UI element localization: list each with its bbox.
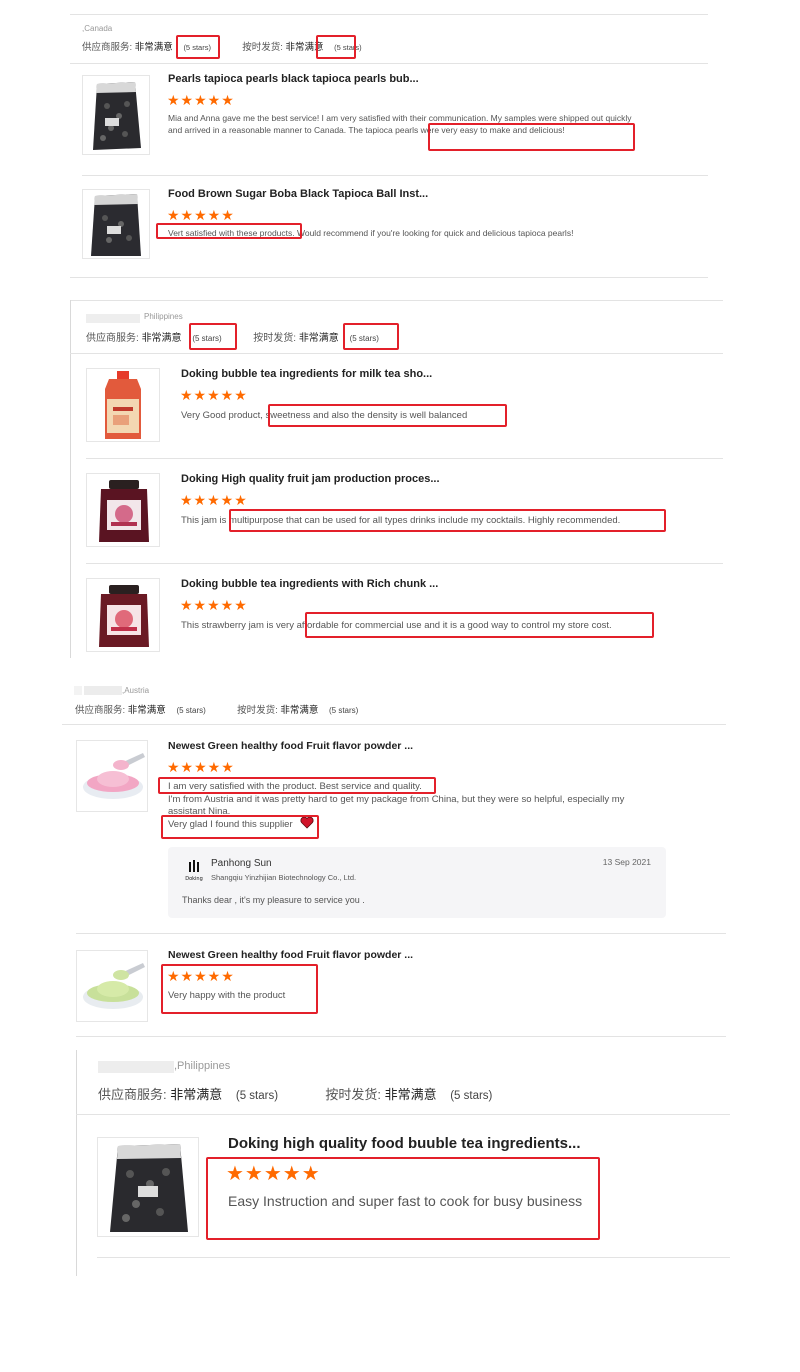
- star-rating: ★★★★★: [180, 387, 248, 403]
- jam-jar-image: [99, 480, 149, 542]
- divider: [76, 1114, 730, 1115]
- product-title[interactable]: Doking high quality food buuble tea ingr…: [228, 1135, 581, 1152]
- green-powder-image: [83, 963, 145, 1009]
- rating-summary: 供应商服务: 非常满意 (5 stars) 按时发货: 非常满意 (5 star…: [98, 1084, 492, 1103]
- highlight-box: [161, 815, 319, 839]
- product-thumbnail[interactable]: [82, 189, 150, 259]
- shipping-value: 非常满意: [298, 333, 339, 344]
- shipping-value: 非常满意: [280, 705, 319, 716]
- divider: [70, 277, 708, 278]
- highlight-box: [428, 123, 635, 151]
- tapioca-pack-image: [93, 82, 141, 150]
- logo-text: Doking: [185, 876, 203, 882]
- product-title[interactable]: Newest Green healthy food Fruit flavor p…: [168, 740, 413, 752]
- service-value: 非常满意: [134, 42, 173, 53]
- blurred-name: [84, 686, 122, 695]
- divider: [86, 458, 723, 459]
- section-border: [76, 1050, 77, 1276]
- highlight-box: [229, 509, 666, 532]
- service-label: 供应商服务:: [98, 1087, 167, 1102]
- highlight-box: [206, 1157, 600, 1240]
- divider: [86, 563, 723, 564]
- tapioca-pack-image: [110, 1144, 188, 1232]
- reply-date: 13 Sep 2021: [602, 857, 651, 867]
- shipping-label: 按时发货:: [325, 1087, 381, 1102]
- reply-text: Thanks dear , it's my pleasure to servic…: [182, 895, 365, 905]
- star-rating: ★★★★★: [180, 492, 248, 508]
- highlight-box: [161, 964, 318, 1014]
- divider: [70, 14, 708, 15]
- supplier-company: Shangqiu Yinzhijian Biotechnology Co., L…: [211, 873, 357, 882]
- reviewer-location: Philippines: [144, 312, 183, 321]
- blurred-name: [86, 314, 140, 323]
- supplier-reply: Doking Panhong Sun Shangqiu Yinzhijian B…: [168, 847, 666, 918]
- reviewer-location: ,Canada: [82, 24, 113, 33]
- highlight-box: [268, 404, 507, 427]
- star-rating: ★★★★★: [180, 597, 248, 613]
- pink-powder-image: [83, 753, 145, 799]
- highlight-box: [343, 323, 399, 350]
- divider: [70, 300, 723, 301]
- syrup-bottle-image: [105, 371, 141, 439]
- product-title[interactable]: Newest Green healthy food Fruit flavor p…: [168, 949, 413, 961]
- star-rating: ★★★★★: [167, 207, 235, 223]
- service-stars-text: (5 stars): [176, 706, 206, 715]
- reviewer-location: ,Philippines: [174, 1060, 231, 1072]
- shipping-label: 按时发货:: [253, 333, 297, 344]
- highlight-box: [158, 777, 436, 794]
- product-title[interactable]: Pearls tapioca pearls black tapioca pear…: [168, 73, 419, 85]
- service-value: 非常满意: [141, 333, 182, 344]
- divider: [97, 1257, 730, 1258]
- product-thumbnail[interactable]: [76, 740, 148, 812]
- service-label: 供应商服务:: [82, 42, 133, 53]
- rating-summary: 供应商服务: 非常满意 (5 stars) 按时发货: 非常满意 (5 star…: [75, 702, 358, 716]
- shipping-stars-text: (5 stars): [329, 706, 359, 715]
- supplier-logo: Doking: [182, 858, 206, 882]
- blurred-name: [74, 686, 82, 695]
- divider: [82, 175, 708, 176]
- product-thumbnail[interactable]: [82, 75, 150, 155]
- tapioca-pack-image: [91, 194, 141, 256]
- product-thumbnail[interactable]: [76, 950, 148, 1022]
- product-title[interactable]: Doking bubble tea ingredients with Rich …: [181, 578, 438, 590]
- blurred-name: [98, 1061, 174, 1073]
- star-rating: ★★★★★: [167, 759, 235, 775]
- divider: [76, 1036, 726, 1037]
- highlight-box: [305, 612, 654, 638]
- service-label: 供应商服务:: [86, 333, 139, 344]
- product-thumbnail[interactable]: [86, 368, 160, 442]
- service-value: 非常满意: [127, 705, 166, 716]
- product-thumbnail[interactable]: [86, 578, 160, 652]
- divider: [70, 353, 723, 354]
- service-label: 供应商服务:: [75, 705, 126, 716]
- shipping-stars-text: (5 stars): [450, 1090, 493, 1102]
- service-stars-text: (5 stars): [235, 1090, 279, 1102]
- supplier-name: Panhong Sun: [211, 858, 272, 869]
- reviewer-location: ,Austria: [122, 686, 150, 695]
- shipping-value: 非常满意: [384, 1087, 437, 1102]
- divider: [76, 933, 726, 934]
- highlight-box: [189, 323, 237, 350]
- divider: [70, 63, 708, 64]
- product-thumbnail[interactable]: [97, 1137, 199, 1237]
- star-rating: ★★★★★: [167, 92, 235, 108]
- highlight-box: [176, 35, 220, 59]
- jam-jar-image: [99, 585, 149, 647]
- product-title[interactable]: Doking bubble tea ingredients for milk t…: [181, 368, 432, 380]
- service-value: 非常满意: [170, 1087, 223, 1102]
- divider: [62, 724, 726, 725]
- product-title[interactable]: Food Brown Sugar Boba Black Tapioca Ball…: [168, 188, 428, 200]
- shipping-label: 按时发货:: [242, 42, 283, 53]
- product-title[interactable]: Doking High quality fruit jam production…: [181, 473, 440, 485]
- highlight-box: [316, 35, 356, 59]
- product-thumbnail[interactable]: [86, 473, 160, 547]
- highlight-box: [156, 223, 302, 239]
- shipping-label: 按时发货:: [237, 705, 278, 716]
